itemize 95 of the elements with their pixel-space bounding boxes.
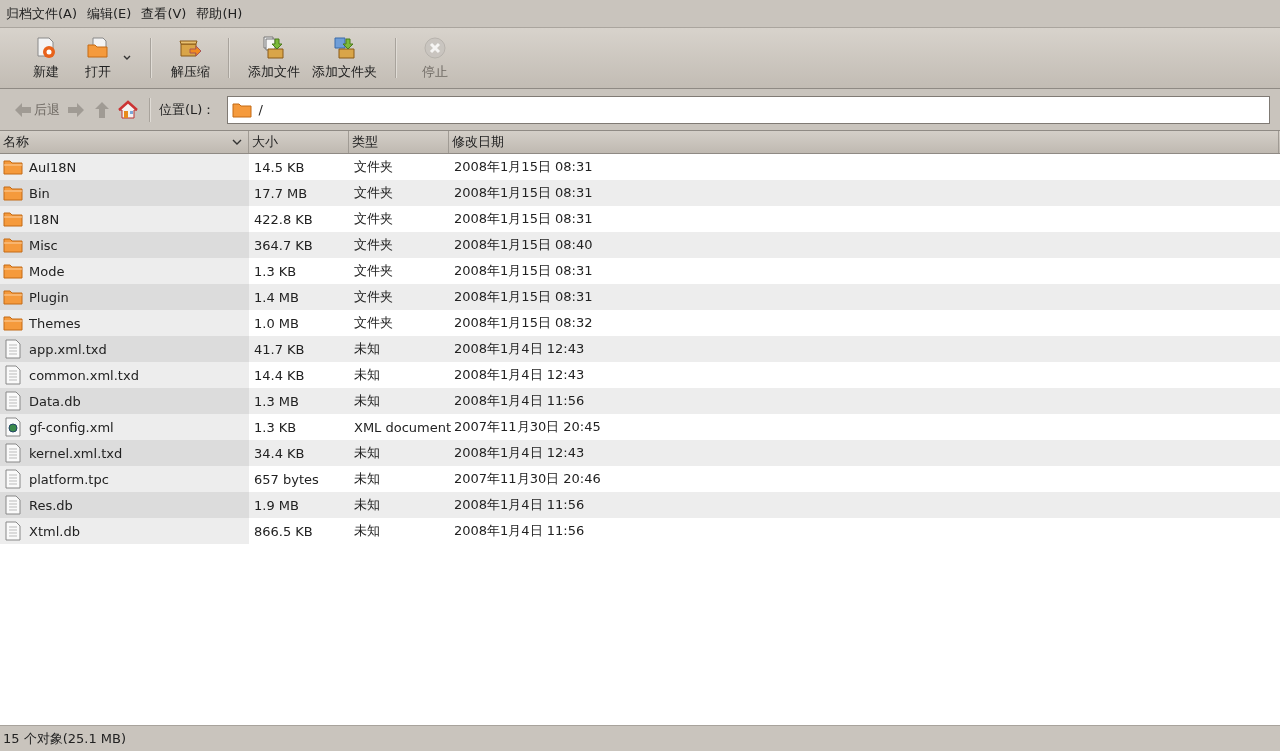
date-cell-text: 2008年1月4日 11:56 (453, 522, 586, 540)
size-cell-text: 1.0 MB (253, 314, 300, 333)
folder-icon (3, 211, 23, 227)
date-cell-text: 2007年11月30日 20:45 (453, 418, 602, 436)
date-cell-text: 2008年1月15日 08:31 (453, 158, 594, 176)
document-icon (5, 391, 21, 411)
document-icon (5, 469, 21, 489)
type-cell-text: 文件夹 (353, 288, 394, 306)
date-cell-text: 2008年1月4日 12:43 (453, 366, 586, 384)
size-cell-text: 1.3 MB (253, 392, 300, 411)
date-cell-text: 2008年1月4日 12:43 (453, 340, 586, 358)
file-name[interactable]: Bin (29, 185, 50, 201)
folder-icon (3, 185, 23, 201)
column-header[interactable]: 类型 (349, 131, 449, 153)
toolbar-button[interactable]: 打开 (72, 31, 124, 85)
size-cell-text: 17.7 MB (253, 184, 309, 203)
file-name[interactable]: Themes (29, 315, 81, 331)
size-cell-text: 866.5 KB (253, 522, 314, 541)
type-cell-text: XML document (353, 418, 449, 437)
folder-icon (3, 315, 23, 331)
toolbar-button[interactable]: 新建 (20, 31, 72, 85)
add-folder-icon (332, 35, 357, 60)
size-cell-text: 1.3 KB (253, 418, 298, 437)
location-field[interactable]: / (227, 95, 1270, 124)
type-cell-text: 文件夹 (353, 236, 394, 254)
size-cell-text: 41.7 KB (253, 340, 306, 359)
file-name[interactable]: Mode (29, 263, 65, 279)
folder-icon (3, 263, 23, 279)
date-cell-text: 2008年1月4日 11:56 (453, 392, 586, 410)
size-cell-text: 14.4 KB (253, 366, 306, 385)
type-cell-text: 未知 (353, 366, 381, 384)
folder-icon (232, 101, 253, 118)
type-cell-text: 文件夹 (353, 262, 394, 280)
date-cell-text: 2008年1月4日 11:56 (453, 496, 586, 514)
column-header[interactable]: 名称 (0, 131, 249, 153)
file-name[interactable]: Plugin (29, 289, 69, 305)
menu-item[interactable]: 查看(V) (141, 4, 187, 23)
stop-icon (423, 35, 447, 60)
date-cell-text: 2008年1月4日 12:43 (453, 444, 586, 462)
date-cell-text: 2008年1月15日 08:32 (453, 314, 594, 332)
type-cell-text: 未知 (353, 444, 381, 462)
type-cell-text: 未知 (353, 522, 381, 540)
new-document-icon (34, 35, 58, 60)
folder-icon (3, 289, 23, 305)
toolbar-button[interactable]: 添加文件 (242, 31, 306, 85)
file-name[interactable]: platform.tpc (29, 471, 109, 487)
date-cell-text: 2007年11月30日 20:46 (453, 470, 602, 488)
file-name[interactable]: AuI18N (29, 159, 77, 175)
type-cell-text: 未知 (353, 470, 381, 488)
document-icon (5, 443, 21, 463)
size-cell-text: 1.4 MB (253, 288, 300, 307)
date-cell-text: 2008年1月15日 08:31 (453, 210, 594, 228)
size-cell-text: 1.9 MB (253, 496, 300, 515)
size-cell-text: 1.3 KB (253, 262, 298, 281)
type-cell-text: 文件夹 (353, 210, 394, 228)
location-label: 位置(L)： (159, 100, 216, 119)
status-text: 15 个对象(25.1 MB) (3, 729, 127, 748)
document-icon (5, 339, 21, 359)
type-cell-text: 文件夹 (353, 184, 394, 202)
toolbar-button[interactable]: 添加文件夹 (306, 31, 383, 85)
column-header[interactable]: 修改日期 (449, 131, 1279, 153)
file-name[interactable]: Data.db (29, 393, 81, 409)
document-icon (5, 495, 21, 515)
menu-item[interactable]: 帮助(H) (196, 4, 243, 23)
size-cell-text: 34.4 KB (253, 444, 306, 463)
file-name[interactable]: I18N (29, 211, 60, 227)
file-name[interactable]: Res.db (29, 497, 73, 513)
size-cell-text: 364.7 KB (253, 236, 314, 255)
document-icon (5, 365, 21, 385)
size-cell-text: 422.8 KB (253, 210, 314, 229)
column-header[interactable]: 大小 (249, 131, 349, 153)
file-name[interactable]: app.xml.txd (29, 341, 107, 357)
size-cell-text: 14.5 KB (253, 158, 306, 177)
add-file-icon (262, 35, 286, 60)
type-cell-text: 文件夹 (353, 158, 394, 176)
globe-document-icon (5, 417, 21, 437)
type-cell-text: 未知 (353, 340, 381, 358)
date-cell-text: 2008年1月15日 08:40 (453, 236, 594, 254)
date-cell-text: 2008年1月15日 08:31 (453, 184, 594, 202)
menu-item[interactable]: 编辑(E) (87, 4, 132, 23)
open-folder-icon (86, 35, 110, 60)
home-icon (118, 99, 138, 120)
type-cell-text: 未知 (353, 496, 381, 514)
menu-item[interactable]: 归档文件(A) (6, 4, 78, 23)
folder-icon (3, 159, 23, 175)
toolbar-button[interactable]: 解压缩 (164, 31, 216, 85)
type-cell-text: 文件夹 (353, 314, 394, 332)
date-cell-text: 2008年1月15日 08:31 (453, 288, 594, 306)
size-cell-text: 657 bytes (253, 470, 320, 489)
type-cell-text: 未知 (353, 392, 381, 410)
folder-icon (3, 237, 23, 253)
file-name[interactable]: Misc (29, 237, 58, 253)
document-icon (5, 521, 21, 541)
date-cell-text: 2008年1月15日 08:31 (453, 262, 594, 280)
file-name[interactable]: Xtml.db (29, 523, 80, 539)
